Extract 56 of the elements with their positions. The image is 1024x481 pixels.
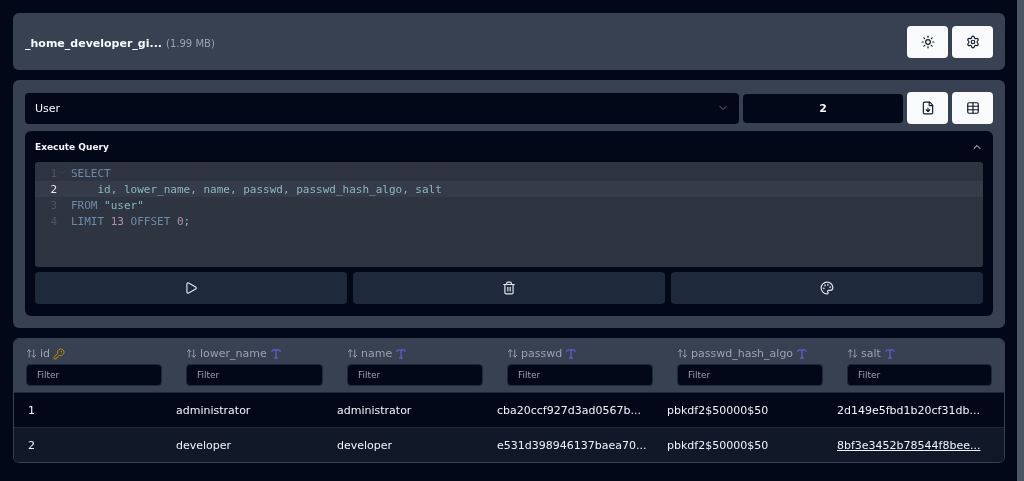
page-field[interactable]: 2 bbox=[743, 93, 903, 123]
table-view-button[interactable] bbox=[952, 92, 993, 124]
table-cell: administrator bbox=[337, 403, 412, 417]
table-cell: cba20ccf927d3ad0567b... bbox=[497, 403, 641, 417]
filter-field[interactable]: Filter bbox=[347, 364, 483, 386]
filter-field[interactable]: Filter bbox=[26, 364, 162, 386]
table-icon bbox=[965, 101, 980, 115]
text-type-icon bbox=[269, 347, 282, 360]
file-title: _home_developer_gi... (1.99 MB) bbox=[25, 36, 215, 51]
filter-field[interactable]: Filter bbox=[507, 364, 653, 386]
table-cell: pbkdf2$50000$50 bbox=[667, 403, 769, 417]
query-title: Execute Query bbox=[35, 141, 109, 152]
column-header[interactable]: salt bbox=[861, 347, 881, 360]
theme-button[interactable] bbox=[907, 25, 948, 58]
code-line: id, lower_name, name, passwd, passwd_hash_algo, salt bbox=[96, 182, 442, 196]
column-header[interactable]: passwd bbox=[521, 347, 563, 360]
play-icon bbox=[184, 281, 198, 295]
sun-icon bbox=[920, 34, 935, 49]
code-line: SELECT bbox=[70, 166, 111, 180]
table-cell: 2 bbox=[28, 438, 35, 452]
export-button[interactable] bbox=[907, 92, 948, 124]
table-cell: 1 bbox=[28, 403, 35, 417]
palette-icon bbox=[820, 281, 834, 295]
sort-icon[interactable] bbox=[347, 348, 358, 359]
column-header[interactable]: passwd_hash_algo bbox=[691, 347, 794, 360]
table-cell: developer bbox=[176, 438, 232, 452]
table-select[interactable]: User bbox=[25, 92, 739, 124]
sort-icon[interactable] bbox=[26, 348, 37, 359]
key-icon bbox=[53, 347, 66, 360]
table-cell: developer bbox=[337, 438, 393, 452]
code-line: FROM "user" bbox=[70, 198, 144, 212]
sort-icon[interactable] bbox=[186, 348, 197, 359]
file-download-icon bbox=[920, 101, 935, 115]
sort-icon[interactable] bbox=[507, 348, 518, 359]
filter-field[interactable]: Filter bbox=[186, 364, 323, 386]
table-cell: e531d398946137baea70... bbox=[497, 438, 647, 452]
table-cell: administrator bbox=[176, 403, 251, 417]
text-type-icon bbox=[565, 347, 578, 360]
line-number: 2 bbox=[49, 182, 58, 196]
sort-icon[interactable] bbox=[847, 348, 858, 359]
sort-icon[interactable] bbox=[677, 348, 688, 359]
settings-icon bbox=[965, 34, 980, 49]
table-cell: pbkdf2$50000$50 bbox=[667, 438, 769, 452]
text-type-icon bbox=[796, 347, 809, 360]
settings-button[interactable] bbox=[952, 25, 993, 58]
filter-field[interactable]: Filter bbox=[677, 364, 823, 386]
text-type-icon bbox=[395, 347, 408, 360]
scrollbar[interactable] bbox=[1017, 0, 1024, 481]
table-cell: 2d149e5fbd1b20cf31db... bbox=[837, 403, 980, 417]
code-line: LIMIT 13 OFFSET 0; bbox=[70, 214, 191, 228]
text-type-icon bbox=[883, 347, 896, 360]
column-header[interactable]: lower_name bbox=[200, 347, 267, 360]
column-header[interactable]: id bbox=[40, 347, 51, 360]
trash-icon bbox=[502, 281, 516, 295]
filter-field[interactable]: Filter bbox=[847, 364, 992, 386]
column-header[interactable]: name bbox=[361, 347, 393, 360]
